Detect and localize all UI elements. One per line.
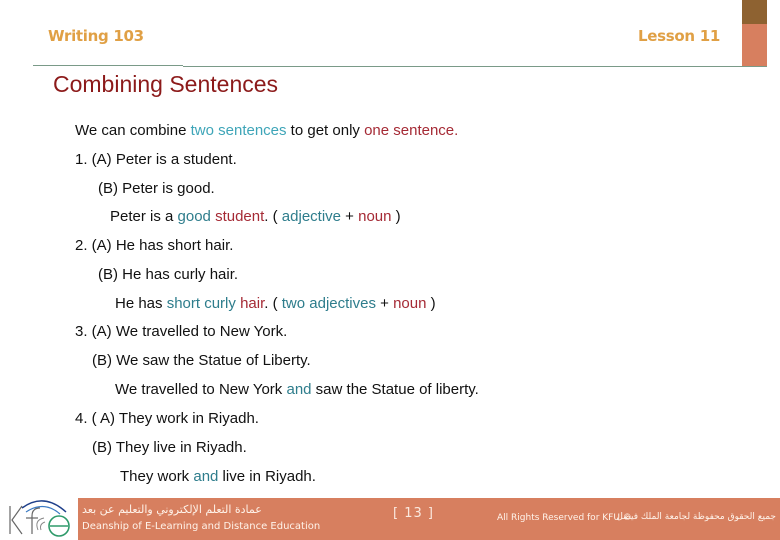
label-noun: noun [358, 208, 392, 225]
result-text: + [341, 208, 359, 225]
example-4-b: (B) They live in Riyadh. [92, 439, 247, 456]
example-4-a: 4. ( A) They work in Riyadh. [75, 410, 259, 427]
example-2-result: He has short curly hair. ( two adjective… [115, 295, 436, 312]
example-2-b: (B) He has curly hair. [98, 266, 239, 283]
result-text: Peter is a [110, 208, 178, 225]
result-text: ) [391, 208, 401, 225]
lesson-label: Lesson 11 [638, 27, 720, 45]
label-adjective: adjective [281, 208, 341, 225]
label-noun: noun [393, 295, 427, 312]
deanship-name-english: Deanship of E-Learning and Distance Educ… [82, 521, 321, 532]
intro-highlight-two-sentences: two sentences [190, 122, 287, 139]
accent-block-dark [742, 0, 767, 24]
result-text: + [375, 295, 394, 312]
copyright-english: All Rights Reserved for KFU © [497, 513, 632, 523]
slide-title: Combining Sentences [53, 71, 279, 97]
result-text: . ( [264, 208, 282, 225]
result-text: live in Riyadh. [218, 468, 316, 485]
adjective-highlight: short curly [166, 295, 236, 312]
result-text: He has [115, 295, 167, 312]
copyright-arabic: جميع الحقوق محفوظة لجامعة الملك فيصل [616, 512, 776, 522]
intro-text: We can combine [75, 122, 191, 139]
example-4-result: They work and live in Riyadh. [120, 468, 316, 485]
intro-sentence: We can combine two sentences to get only… [75, 122, 458, 139]
adjective-highlight: good [177, 208, 211, 225]
result-text: . ( [264, 295, 282, 312]
intro-highlight-one-sentence: one sentence. [364, 122, 459, 139]
noun-highlight: student [215, 208, 265, 225]
example-3-b: (B) We saw the Statue of Liberty. [92, 352, 311, 369]
course-title: Writing 103 [48, 27, 144, 45]
example-3-a: 3. (A) We travelled to New York. [75, 323, 288, 340]
conjunction-highlight: and [193, 468, 219, 485]
result-text: ) [426, 295, 436, 312]
page-number: [ 13 ] [393, 506, 434, 521]
example-1-a: 1. (A) Peter is a student. [75, 151, 237, 168]
conjunction-highlight: and [286, 381, 312, 398]
intro-text: to get only [286, 122, 365, 139]
accent-block-light [742, 24, 767, 66]
header-divider [183, 66, 767, 67]
example-1-result: Peter is a good student. ( adjective + n… [110, 208, 401, 225]
example-3-result: We travelled to New York and saw the Sta… [115, 381, 479, 398]
result-text: We travelled to New York [115, 381, 287, 398]
deanship-name-arabic: عمادة التعلم الإلكتروني والتعليم عن بعد [82, 503, 262, 516]
example-1-b: (B) Peter is good. [98, 180, 215, 197]
noun-highlight: hair [240, 295, 265, 312]
label-adjectives: two adjectives [281, 295, 376, 312]
example-2-a: 2. (A) He has short hair. [75, 237, 234, 254]
result-text: They work [120, 468, 194, 485]
header-divider-left [33, 65, 183, 66]
kfu-logo-icon [9, 500, 70, 537]
result-text: saw the Statue of liberty. [311, 381, 479, 398]
